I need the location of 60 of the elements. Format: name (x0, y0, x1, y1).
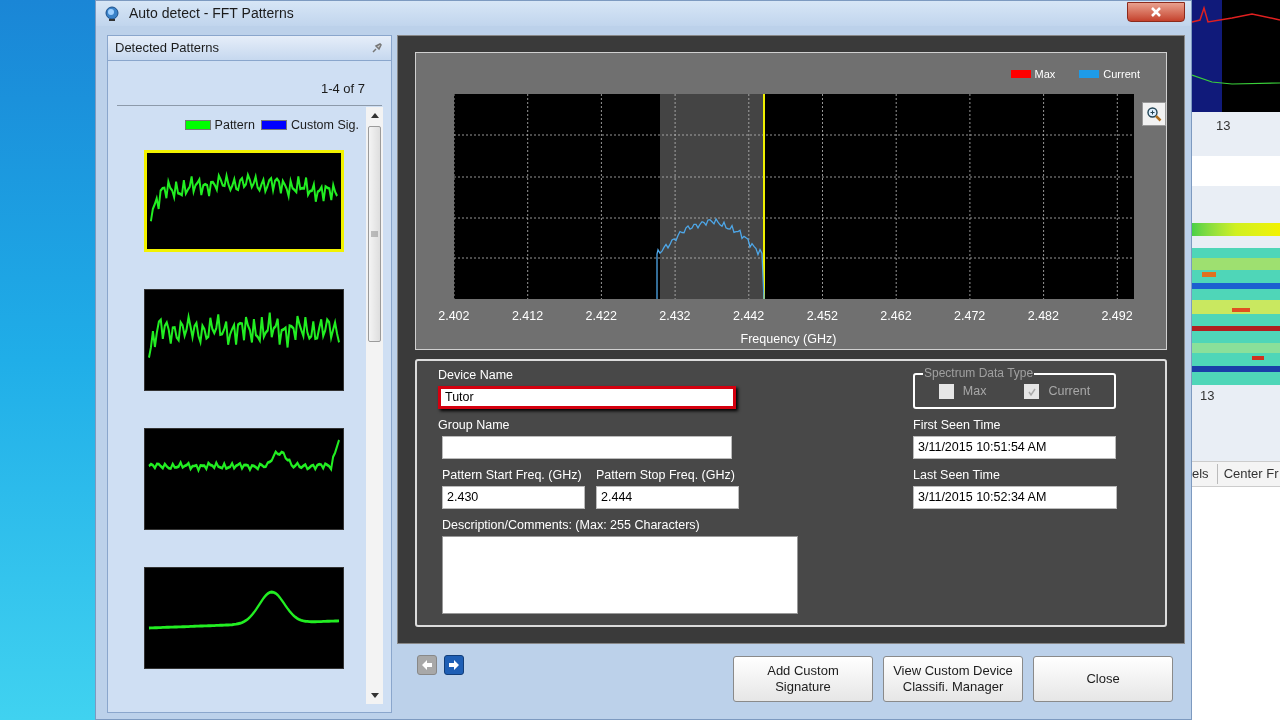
legend-label: Max (1034, 66, 1056, 82)
close-icon (1150, 5, 1162, 18)
x-tick-label: 2.452 (805, 307, 839, 325)
page-range: 1-4 of 7 (320, 80, 365, 98)
field-label: Last Seen Time (913, 467, 1001, 483)
field-label: Description/Comments: (Max: 255 Characters) (442, 517, 701, 533)
legend-label: Pattern (214, 116, 255, 134)
checkbox-label: Max (962, 383, 987, 401)
close-button[interactable] (1127, 1, 1185, 22)
scroll-down-icon[interactable] (370, 693, 379, 698)
field-label: First Seen Time (913, 417, 1002, 433)
group-title: Spectrum Data Type (923, 366, 1035, 380)
grip-icon (371, 230, 378, 237)
dialog-button[interactable]: View Custom Device Classifi. Manager (883, 655, 1023, 702)
field-label: Group Name (438, 417, 511, 433)
dialog-button[interactable]: Close (1033, 655, 1173, 702)
forward-button[interactable] (444, 655, 464, 675)
description-field[interactable] (442, 536, 798, 614)
check-icon (1026, 386, 1037, 397)
zoom-in-icon (1146, 105, 1162, 122)
scrollbar[interactable] (366, 106, 383, 704)
panel-title: Detected Patterns (115, 39, 220, 58)
legend-label: Current (1103, 66, 1140, 82)
column-header: Center Fr (1222, 465, 1279, 484)
axis-label: 13 (1200, 386, 1216, 405)
dialog-button[interactable]: Add Custom Signature (733, 655, 873, 702)
x-tick-label: 2.442 (731, 307, 766, 325)
last-seen-field[interactable]: 3/11/2015 10:52:34 AM (913, 486, 1117, 509)
device-name-field[interactable]: Tutor (438, 386, 736, 409)
window-title: Auto detect - FFT Patterns (129, 4, 294, 23)
field-label: Pattern Stop Freq. (GHz) (596, 467, 736, 483)
zoom-button[interactable] (1142, 101, 1166, 126)
x-tick-label: 2.432 (658, 307, 692, 325)
x-tick-label: 2.422 (584, 307, 618, 325)
app-icon (104, 5, 120, 22)
first-seen-field[interactable]: 3/11/2015 10:51:54 AM (913, 436, 1116, 459)
right-arrow-icon (448, 660, 460, 670)
column-header: els (1192, 464, 1218, 484)
x-tick-label: 2.492 (1100, 307, 1134, 325)
legend-label: Custom Sig. (290, 116, 359, 134)
x-tick-label: 2.472 (953, 307, 987, 325)
axis-label: 13 (1216, 117, 1232, 135)
pin-icon[interactable] (370, 41, 384, 55)
pattern-thumbnail[interactable] (144, 289, 344, 392)
field-label: Device Name (438, 367, 515, 383)
x-tick-label: 2.462 (879, 307, 913, 325)
x-tick-label: 2.412 (510, 307, 545, 325)
scroll-up-icon[interactable] (370, 112, 379, 118)
field-label: Pattern Start Freq. (GHz) (442, 467, 583, 483)
group-name-field[interactable] (442, 436, 732, 459)
x-tick-label: 2.402 (437, 307, 471, 325)
checkbox-label: Current (1048, 383, 1091, 401)
start-frequency-field[interactable]: 2.430 (442, 486, 585, 509)
stop-frequency-field[interactable]: 2.444 (596, 486, 739, 509)
pattern-thumbnail[interactable] (144, 567, 344, 670)
scroll-thumb[interactable] (368, 125, 381, 342)
x-tick-label: 2.482 (1026, 307, 1060, 325)
x-axis-title: Frequency (GHz) (740, 331, 837, 349)
pattern-thumbnail[interactable] (144, 428, 344, 531)
left-arrow-icon (421, 660, 433, 670)
